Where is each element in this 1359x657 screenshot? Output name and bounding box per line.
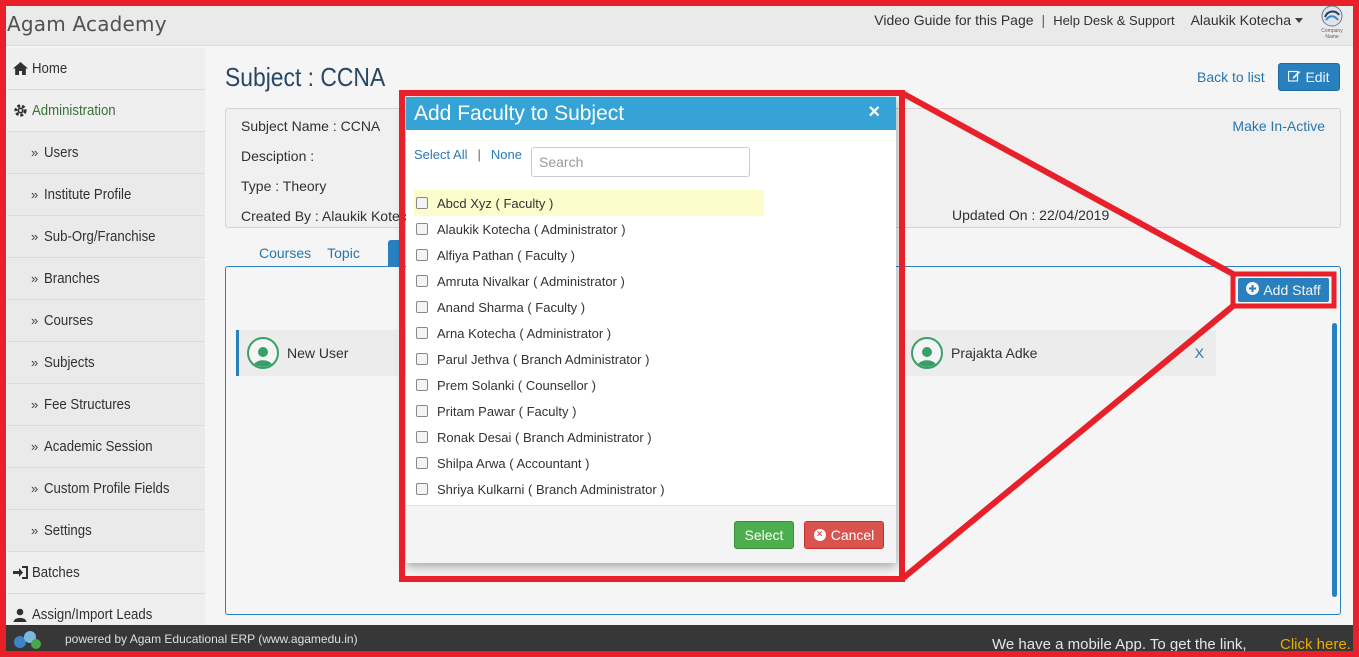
modal-title: Add Faculty to Subject (414, 101, 625, 125)
faculty-name: Ronak Desai ( Branch Administrator ) (437, 429, 652, 445)
list-item[interactable]: Abcd Xyz ( Faculty ) (414, 190, 764, 216)
faculty-name: Alaukik Kotecha ( Administrator ) (437, 221, 626, 237)
close-icon[interactable]: × (868, 101, 880, 124)
list-item[interactable]: Prem Solanki ( Counsellor ) (414, 372, 884, 398)
faculty-name: Alfiya Pathan ( Faculty ) (437, 247, 575, 263)
checkbox[interactable] (416, 405, 428, 417)
faculty-name: Prem Solanki ( Counsellor ) (437, 377, 596, 393)
cancel-button-label: Cancel (830, 527, 875, 543)
checkbox[interactable] (416, 431, 428, 443)
list-item[interactable]: Anand Sharma ( Faculty ) (414, 294, 884, 320)
checkbox[interactable] (416, 249, 428, 261)
select-none-link[interactable]: None (491, 147, 522, 162)
list-item[interactable]: Alaukik Kotecha ( Administrator ) (414, 216, 884, 242)
add-faculty-modal: Add Faculty to Subject × Select All | No… (406, 97, 896, 563)
list-item[interactable]: Shriya Kulkarni ( Branch Administrator ) (414, 476, 884, 502)
checkbox[interactable] (416, 353, 428, 365)
faculty-name: Shriya Kulkarni ( Branch Administrator ) (437, 481, 665, 497)
faculty-name: Abcd Xyz ( Faculty ) (437, 195, 554, 211)
modal-footer: Select × Cancel (406, 505, 896, 563)
checkbox[interactable] (416, 457, 428, 469)
faculty-name: Pritam Pawar ( Faculty ) (437, 403, 577, 419)
faculty-name: Parul Jethva ( Branch Administrator ) (437, 351, 650, 367)
selection-tools-separator: | (477, 147, 481, 162)
select-button[interactable]: Select (734, 521, 794, 549)
faculty-name: Anand Sharma ( Faculty ) (437, 299, 586, 315)
close-circle-icon: × (813, 529, 826, 541)
checkbox[interactable] (416, 379, 428, 391)
list-item[interactable]: Ronak Desai ( Branch Administrator ) (414, 424, 884, 450)
list-item[interactable]: Arna Kotecha ( Administrator ) (414, 320, 884, 346)
list-item[interactable]: Pritam Pawar ( Faculty ) (414, 398, 884, 424)
select-all-link[interactable]: Select All (414, 147, 467, 162)
list-item[interactable]: Parul Jethva ( Branch Administrator ) (414, 346, 884, 372)
checkbox[interactable] (416, 327, 428, 339)
checkbox[interactable] (416, 275, 428, 287)
list-item[interactable]: Alfiya Pathan ( Faculty ) (414, 242, 884, 268)
modal-header: Add Faculty to Subject × (406, 97, 896, 130)
faculty-name: Shilpa Arwa ( Accountant ) (437, 455, 590, 471)
checkbox[interactable] (416, 483, 428, 495)
list-item[interactable]: Amruta Nivalkar ( Administrator ) (414, 268, 884, 294)
faculty-name: Arna Kotecha ( Administrator ) (437, 325, 612, 341)
checkbox[interactable] (416, 301, 428, 313)
search-input[interactable] (531, 147, 750, 177)
faculty-list: Abcd Xyz ( Faculty ) Alaukik Kotecha ( A… (414, 190, 884, 502)
checkbox[interactable] (416, 223, 428, 235)
faculty-name: Amruta Nivalkar ( Administrator ) (437, 273, 625, 289)
selection-tools: Select All | None (414, 147, 522, 162)
list-item[interactable]: Shilpa Arwa ( Accountant ) (414, 450, 884, 476)
cancel-button[interactable]: × Cancel (804, 521, 884, 549)
checkbox[interactable] (416, 197, 428, 209)
